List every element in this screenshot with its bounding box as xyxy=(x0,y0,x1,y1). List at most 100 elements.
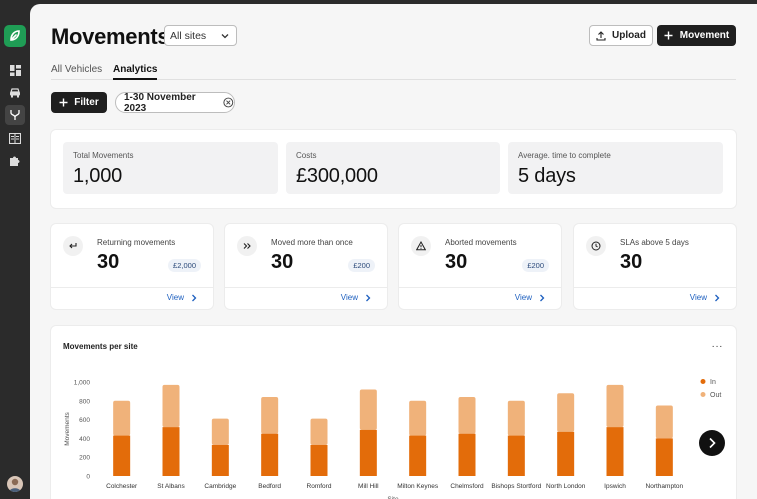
bar-in xyxy=(606,427,624,476)
stat-average-time: Average. time to complete 5 days xyxy=(508,142,723,194)
bar-out xyxy=(606,384,624,428)
stat-total-movements: Total Movements 1,000 xyxy=(63,142,278,194)
view-link[interactable]: View xyxy=(515,293,545,302)
stat-label: Total Movements xyxy=(73,151,134,160)
chart-next-button[interactable] xyxy=(699,430,725,456)
x-tick-label: Cambridge xyxy=(204,483,236,490)
filter-label: Filter xyxy=(74,97,99,108)
view-link[interactable]: View xyxy=(690,293,720,302)
plus-icon xyxy=(664,31,673,40)
metric-label: SLAs above 5 days xyxy=(620,238,689,247)
return-arrow-icon xyxy=(63,236,83,256)
car-icon[interactable] xyxy=(5,82,25,102)
ledger-icon[interactable] xyxy=(5,128,25,148)
chevron-right-icon xyxy=(366,294,371,301)
bar-out xyxy=(655,405,673,439)
tab-all-vehicles[interactable]: All Vehicles xyxy=(51,64,102,80)
bar-in xyxy=(162,427,180,476)
summary-card: Total Movements 1,000 Costs £300,000 Ave… xyxy=(51,130,736,208)
remove-filter-icon[interactable] xyxy=(223,97,234,108)
metric-value: 30 xyxy=(97,251,120,273)
cost-badge: £200 xyxy=(348,259,375,272)
bar-out xyxy=(211,418,229,445)
main-panel: Movements All sites Upload Movement All … xyxy=(30,4,757,499)
chevron-down-icon xyxy=(221,34,229,39)
bar-out xyxy=(261,397,279,434)
legend-label-in: In xyxy=(710,379,716,386)
bar-out xyxy=(557,393,575,432)
stat-label: Costs xyxy=(296,151,317,160)
x-tick-label: Ipswich xyxy=(604,483,626,490)
bar-in xyxy=(211,444,229,476)
cost-badge: £2,000 xyxy=(168,259,201,272)
x-tick-label: Romford xyxy=(307,483,332,490)
bar-in xyxy=(113,435,131,476)
metric-card-sla: SLAs above 5 days 30 View xyxy=(574,224,736,309)
stat-costs: Costs £300,000 xyxy=(286,142,500,194)
y-tick-label: 600 xyxy=(79,417,90,424)
avatar[interactable] xyxy=(7,476,23,492)
dashboard-icon[interactable] xyxy=(5,60,25,80)
bar-in xyxy=(310,444,328,476)
metric-label: Aborted movements xyxy=(445,238,517,247)
divider xyxy=(574,287,736,288)
bar-out xyxy=(409,400,427,436)
bar-in xyxy=(261,433,279,476)
view-label: View xyxy=(514,293,532,302)
upload-icon xyxy=(596,30,606,41)
plus-icon xyxy=(59,98,68,107)
x-tick-label: Bedford xyxy=(258,483,281,490)
view-label: View xyxy=(166,293,184,302)
bar-out xyxy=(113,400,131,436)
app-logo[interactable] xyxy=(4,25,26,47)
site-select-value: All sites xyxy=(170,29,207,42)
tab-analytics[interactable]: Analytics xyxy=(113,64,158,80)
bar-out xyxy=(359,389,377,430)
metric-value: 30 xyxy=(271,251,294,273)
metric-card-returning: Returning movements 30 £2,000 View xyxy=(51,224,213,309)
chevron-right-icon xyxy=(715,294,720,301)
divider xyxy=(399,287,561,288)
bar-out xyxy=(310,418,328,445)
filter-button[interactable]: Filter xyxy=(51,92,107,113)
view-link[interactable]: View xyxy=(167,293,197,302)
movements-chart: 0 200 400 600 800 1,000 Movements Colchester St … xyxy=(64,379,721,499)
bar-out xyxy=(507,400,525,436)
add-movement-button[interactable]: Movement xyxy=(657,25,736,46)
stat-label: Average. time to complete xyxy=(518,151,611,160)
x-tick-label: North London xyxy=(546,483,586,490)
bar-in xyxy=(655,438,673,476)
route-fork-icon[interactable] xyxy=(5,105,25,125)
movements-chart-card: Movements per site ··· 0 200 400 600 800 1,00… xyxy=(51,326,736,499)
page-title: Movements xyxy=(51,24,170,49)
double-chevron-icon xyxy=(237,236,257,256)
stat-value: £300,000 xyxy=(296,165,378,187)
chevron-right-icon xyxy=(540,294,545,301)
upload-label: Upload xyxy=(612,30,646,41)
x-tick-label: St Albans xyxy=(157,483,185,490)
stat-value: 1,000 xyxy=(73,165,123,187)
bar-in xyxy=(458,433,476,476)
metric-label: Returning movements xyxy=(97,238,176,247)
date-filter-chip[interactable]: 1-30 November 2023 xyxy=(115,92,235,114)
stat-value: 5 days xyxy=(518,165,576,187)
legend-dot-in xyxy=(700,379,706,384)
view-link[interactable]: View xyxy=(341,293,371,302)
puzzle-icon[interactable] xyxy=(5,151,25,171)
y-axis-label: Movements xyxy=(64,411,71,445)
bar-out xyxy=(458,397,476,434)
bar-in xyxy=(557,431,575,476)
metric-label: Moved more than once xyxy=(271,238,353,247)
x-tick-label: Mill Hill xyxy=(358,483,379,490)
cost-badge: £200 xyxy=(522,259,549,272)
x-tick-label: Chelmsford xyxy=(450,483,484,490)
y-tick-label: 800 xyxy=(79,398,90,405)
chevron-right-icon xyxy=(709,437,716,449)
y-tick-label: 200 xyxy=(79,455,90,462)
upload-button[interactable]: Upload xyxy=(589,25,653,46)
bar-in xyxy=(507,435,525,476)
site-select[interactable]: All sites xyxy=(164,25,238,46)
y-tick-label: 1,000 xyxy=(74,380,91,387)
legend-dot-out xyxy=(700,392,706,397)
x-tick-label: Northampton xyxy=(646,483,684,490)
